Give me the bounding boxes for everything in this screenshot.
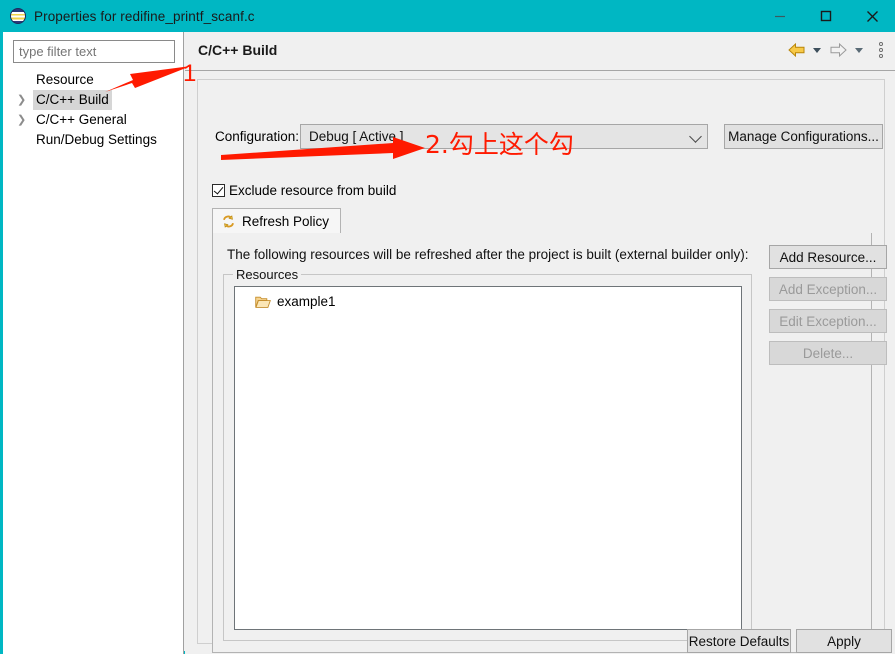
refresh-icon <box>221 214 236 229</box>
list-item-label: example1 <box>277 294 336 309</box>
sidebar-item-label: Resource <box>36 72 94 87</box>
resources-group-label: Resources <box>233 267 302 282</box>
sidebar-item-run-debug-settings[interactable]: Run/Debug Settings <box>3 130 184 150</box>
chevron-right-icon[interactable]: ❯ <box>17 90 26 110</box>
back-arrow-icon[interactable] <box>786 40 806 60</box>
edit-exception-button: Edit Exception... <box>769 309 887 333</box>
manage-configurations-button[interactable]: Manage Configurations... <box>724 124 883 149</box>
configuration-value: Debug [ Active ] <box>309 129 404 144</box>
list-item[interactable]: example1 <box>255 294 336 309</box>
back-dropdown-caret-icon[interactable] <box>813 47 821 53</box>
resources-group: Resources example1 <box>223 267 752 641</box>
chevron-right-icon[interactable]: ❯ <box>17 110 26 130</box>
header-divider <box>185 70 895 71</box>
restore-defaults-button[interactable]: Restore Defaults <box>687 629 791 653</box>
forward-arrow-icon <box>828 40 848 60</box>
folder-icon <box>255 295 271 309</box>
settings-page: C/C++ Build Configuration: Debug [Activ… <box>185 32 895 654</box>
sidebar-item-label: C/C++ General <box>36 112 127 127</box>
page-title: C/C++ Build <box>198 42 278 58</box>
filter-input[interactable] <box>13 40 175 63</box>
tab-label: Refresh Policy <box>242 213 330 229</box>
exclude-resource-checkbox-row[interactable]: Exclude resource from build <box>212 183 396 198</box>
configuration-select[interactable]: Debug [ Active ] <box>300 124 708 149</box>
window-title: Properties for redifine_printf_scanf.c <box>34 8 255 24</box>
tab-strip: Refresh Policy <box>212 208 872 234</box>
chevron-down-icon <box>689 130 702 143</box>
sidebar-item-c-cpp-general[interactable]: ❯ C/C++ General <box>3 110 184 130</box>
maximize-icon[interactable] <box>803 0 849 32</box>
exclude-resource-checkbox[interactable] <box>212 184 225 197</box>
sidebar-item-resource[interactable]: Resource <box>3 70 184 90</box>
window-controls <box>757 0 895 32</box>
forward-dropdown-caret-icon[interactable] <box>855 47 863 53</box>
page-header: C/C++ Build <box>185 32 895 70</box>
refresh-policy-panel: The following resources will be refreshe… <box>212 233 887 653</box>
exclude-resource-label: Exclude resource from build <box>229 183 397 198</box>
tab-refresh-policy[interactable]: Refresh Policy <box>212 208 342 234</box>
title-bar: Properties for redifine_printf_scanf.c <box>0 0 895 32</box>
minimize-icon[interactable] <box>757 0 803 32</box>
configuration-label: Configuration: <box>215 129 300 144</box>
page-toolbar <box>786 40 887 60</box>
refresh-policy-description: The following resources will be refreshe… <box>227 247 749 262</box>
add-exception-button: Add Exception... <box>769 277 887 301</box>
settings-tree: Resource ❯ C/C++ Build ❯ C/C++ General R… <box>3 70 184 150</box>
resource-action-buttons: Add Resource... Add Exception... Edit Ex… <box>769 245 887 373</box>
sidebar-item-label: C/C++ Build <box>33 90 112 110</box>
properties-dialog: Properties for redifine_printf_scanf.c R… <box>0 0 895 654</box>
resources-list[interactable]: example1 <box>234 286 742 630</box>
sidebar-item-label: Run/Debug Settings <box>36 132 157 147</box>
apply-button[interactable]: Apply <box>796 629 892 653</box>
view-menu-icon[interactable] <box>875 42 887 58</box>
close-icon[interactable] <box>849 0 895 32</box>
add-resource-button[interactable]: Add Resource... <box>769 245 887 269</box>
eclipse-icon <box>10 8 26 24</box>
page-body: Configuration: Debug [ Active ] Manage C… <box>197 79 887 653</box>
settings-sidebar: Resource ❯ C/C++ Build ❯ C/C++ General R… <box>3 32 184 654</box>
sidebar-item-c-cpp-build[interactable]: ❯ C/C++ Build <box>3 90 184 110</box>
delete-button: Delete... <box>769 341 887 365</box>
